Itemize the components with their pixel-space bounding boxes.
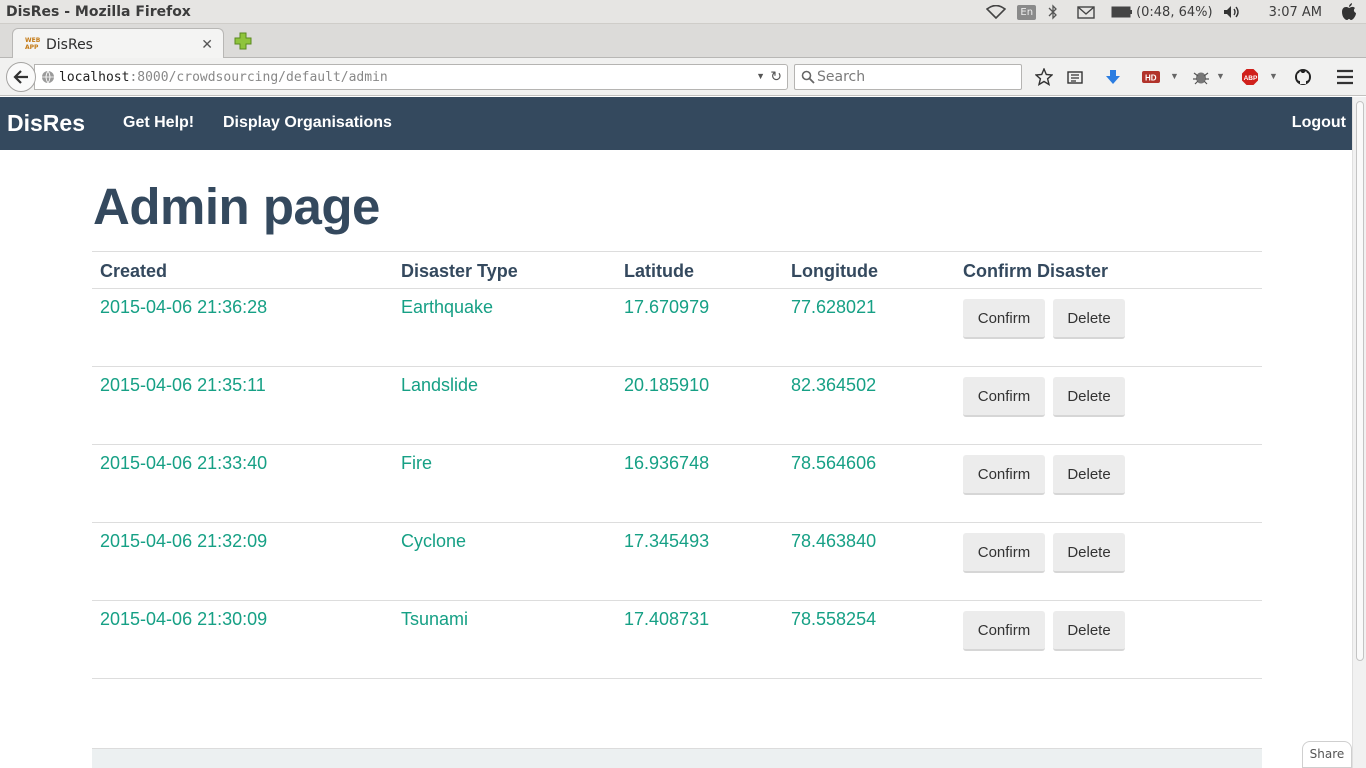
- back-button[interactable]: [6, 62, 36, 92]
- close-tab-icon[interactable]: ✕: [201, 36, 213, 53]
- bookmark-star-icon[interactable]: [1034, 67, 1054, 87]
- cell-created: 2015-04-06 21:35:11: [100, 375, 266, 395]
- disaster-table: Created Disaster Type Latitude Longitude…: [92, 251, 1262, 679]
- delete-button[interactable]: Delete: [1053, 377, 1125, 417]
- cell-disaster-type: Landslide: [401, 375, 479, 395]
- column-header-disaster-type: Disaster Type: [401, 261, 518, 281]
- table-row: 2015-04-06 21:33:40 Fire 16.936748 78.56…: [92, 445, 1262, 523]
- adblock-dropdown-icon[interactable]: ▼: [1269, 71, 1278, 81]
- column-header-longitude: Longitude: [791, 261, 878, 281]
- share-button[interactable]: Share: [1302, 741, 1352, 768]
- svg-text:ABP: ABP: [1244, 75, 1258, 82]
- confirm-button[interactable]: Confirm: [963, 299, 1045, 339]
- tab-strip: WEB APP DisRes ✕: [0, 24, 1366, 59]
- column-header-latitude: Latitude: [624, 261, 694, 281]
- cell-latitude: 16.936748: [624, 453, 710, 473]
- url-bar[interactable]: localhost:8000/crowdsourcing/default/adm…: [34, 64, 788, 90]
- confirm-button[interactable]: Confirm: [963, 455, 1045, 495]
- page-viewport: DisRes Get Help! Display Organisations L…: [0, 97, 1352, 768]
- cell-disaster-type: Cyclone: [401, 531, 467, 551]
- battery-status: (0:48, 64%): [1136, 4, 1213, 20]
- delete-button[interactable]: Delete: [1053, 455, 1125, 495]
- wifi-icon[interactable]: [985, 0, 1007, 24]
- globe-icon: [41, 70, 55, 89]
- new-tab-button[interactable]: [233, 31, 253, 51]
- cell-created: 2015-04-06 21:33:40: [100, 453, 268, 473]
- nav-display-organisations-link[interactable]: Display Organisations: [223, 114, 392, 132]
- search-icon: [801, 70, 815, 89]
- reading-list-icon[interactable]: [1065, 67, 1085, 87]
- tab-disres[interactable]: WEB APP DisRes ✕: [12, 28, 224, 59]
- delete-button[interactable]: Delete: [1053, 611, 1125, 651]
- url-history-dropdown-icon[interactable]: ▼: [756, 71, 765, 81]
- system-tray: En (0:48, 64%) 3:07 AM: [985, 0, 1366, 24]
- table-header-row: Created Disaster Type Latitude Longitude…: [92, 251, 1262, 289]
- cell-longitude: 77.628021: [791, 297, 877, 317]
- table-row: 2015-04-06 21:30:09 Tsunami 17.408731 78…: [92, 601, 1262, 679]
- page-footer: [92, 748, 1262, 768]
- nav-get-help-link[interactable]: Get Help!: [123, 114, 194, 132]
- downloads-icon[interactable]: [1103, 67, 1123, 87]
- hd-video-icon[interactable]: HD: [1141, 67, 1161, 87]
- volume-icon[interactable]: [1223, 0, 1241, 24]
- app-navbar: DisRes Get Help! Display Organisations L…: [0, 97, 1352, 150]
- battery-icon[interactable]: [1110, 0, 1134, 24]
- column-header-created: Created: [100, 261, 168, 281]
- cell-disaster-type: Fire: [401, 453, 432, 473]
- delete-button[interactable]: Delete: [1053, 533, 1125, 573]
- search-input[interactable]: [817, 67, 1017, 87]
- table-row: 2015-04-06 21:32:09 Cyclone 17.345493 78…: [92, 523, 1262, 601]
- confirm-button[interactable]: Confirm: [963, 533, 1045, 573]
- url-text: localhost:8000/crowdsourcing/default/adm…: [59, 70, 388, 85]
- scrollbar-thumb[interactable]: [1356, 101, 1364, 661]
- adblock-plus-icon[interactable]: ABP: [1240, 67, 1260, 87]
- svg-text:HD: HD: [1145, 74, 1157, 83]
- cell-latitude: 17.408731: [624, 609, 710, 629]
- window-title: DisRes - Mozilla Firefox: [6, 4, 191, 20]
- reload-icon[interactable]: ↻: [770, 68, 782, 85]
- cell-disaster-type: Earthquake: [401, 297, 494, 317]
- github-icon[interactable]: [1293, 67, 1313, 87]
- os-top-bar: DisRes - Mozilla Firefox En (0:48, 64%) …: [0, 0, 1366, 24]
- brand-logo[interactable]: DisRes: [7, 110, 85, 137]
- table-row: 2015-04-06 21:36:28 Earthquake 17.670979…: [92, 289, 1262, 367]
- menu-hamburger-icon[interactable]: [1335, 67, 1355, 87]
- plus-icon: [234, 32, 252, 50]
- delete-button[interactable]: Delete: [1053, 299, 1125, 339]
- web2py-favicon-icon: WEB APP: [25, 37, 41, 51]
- cell-created: 2015-04-06 21:32:09: [100, 531, 268, 551]
- cell-created: 2015-04-06 21:30:09: [100, 609, 268, 629]
- confirm-button[interactable]: Confirm: [963, 611, 1045, 651]
- firebug-icon[interactable]: [1191, 67, 1211, 87]
- hd-video-dropdown-icon[interactable]: ▼: [1170, 71, 1179, 81]
- search-box[interactable]: [794, 64, 1022, 90]
- tab-title: DisRes: [46, 37, 93, 53]
- keyboard-language-indicator[interactable]: En: [1017, 0, 1037, 24]
- cell-created: 2015-04-06 21:36:28: [100, 297, 268, 317]
- cell-longitude: 82.364502: [791, 375, 877, 395]
- cell-latitude: 17.345493: [624, 531, 710, 551]
- bluetooth-icon[interactable]: [1046, 0, 1060, 24]
- page-title: Admin page: [93, 178, 380, 235]
- cell-longitude: 78.564606: [791, 453, 877, 473]
- cell-longitude: 78.558254: [791, 609, 877, 629]
- vertical-scrollbar[interactable]: [1352, 97, 1366, 768]
- back-arrow-icon: [13, 70, 28, 84]
- cell-disaster-type: Tsunami: [401, 609, 469, 629]
- apple-logo-icon[interactable]: [1340, 0, 1358, 24]
- column-header-confirm-disaster: Confirm Disaster: [963, 261, 1109, 281]
- cell-latitude: 17.670979: [624, 297, 710, 317]
- confirm-button[interactable]: Confirm: [963, 377, 1045, 417]
- table-row: 2015-04-06 21:35:11 Landslide 20.185910 …: [92, 367, 1262, 445]
- navigation-toolbar: localhost:8000/crowdsourcing/default/adm…: [0, 58, 1366, 96]
- firebug-dropdown-icon[interactable]: ▼: [1216, 71, 1225, 81]
- mail-icon[interactable]: [1076, 0, 1096, 24]
- cell-longitude: 78.463840: [791, 531, 877, 551]
- clock[interactable]: 3:07 AM: [1269, 5, 1322, 20]
- cell-latitude: 20.185910: [624, 375, 710, 395]
- nav-logout-link[interactable]: Logout: [1292, 114, 1346, 132]
